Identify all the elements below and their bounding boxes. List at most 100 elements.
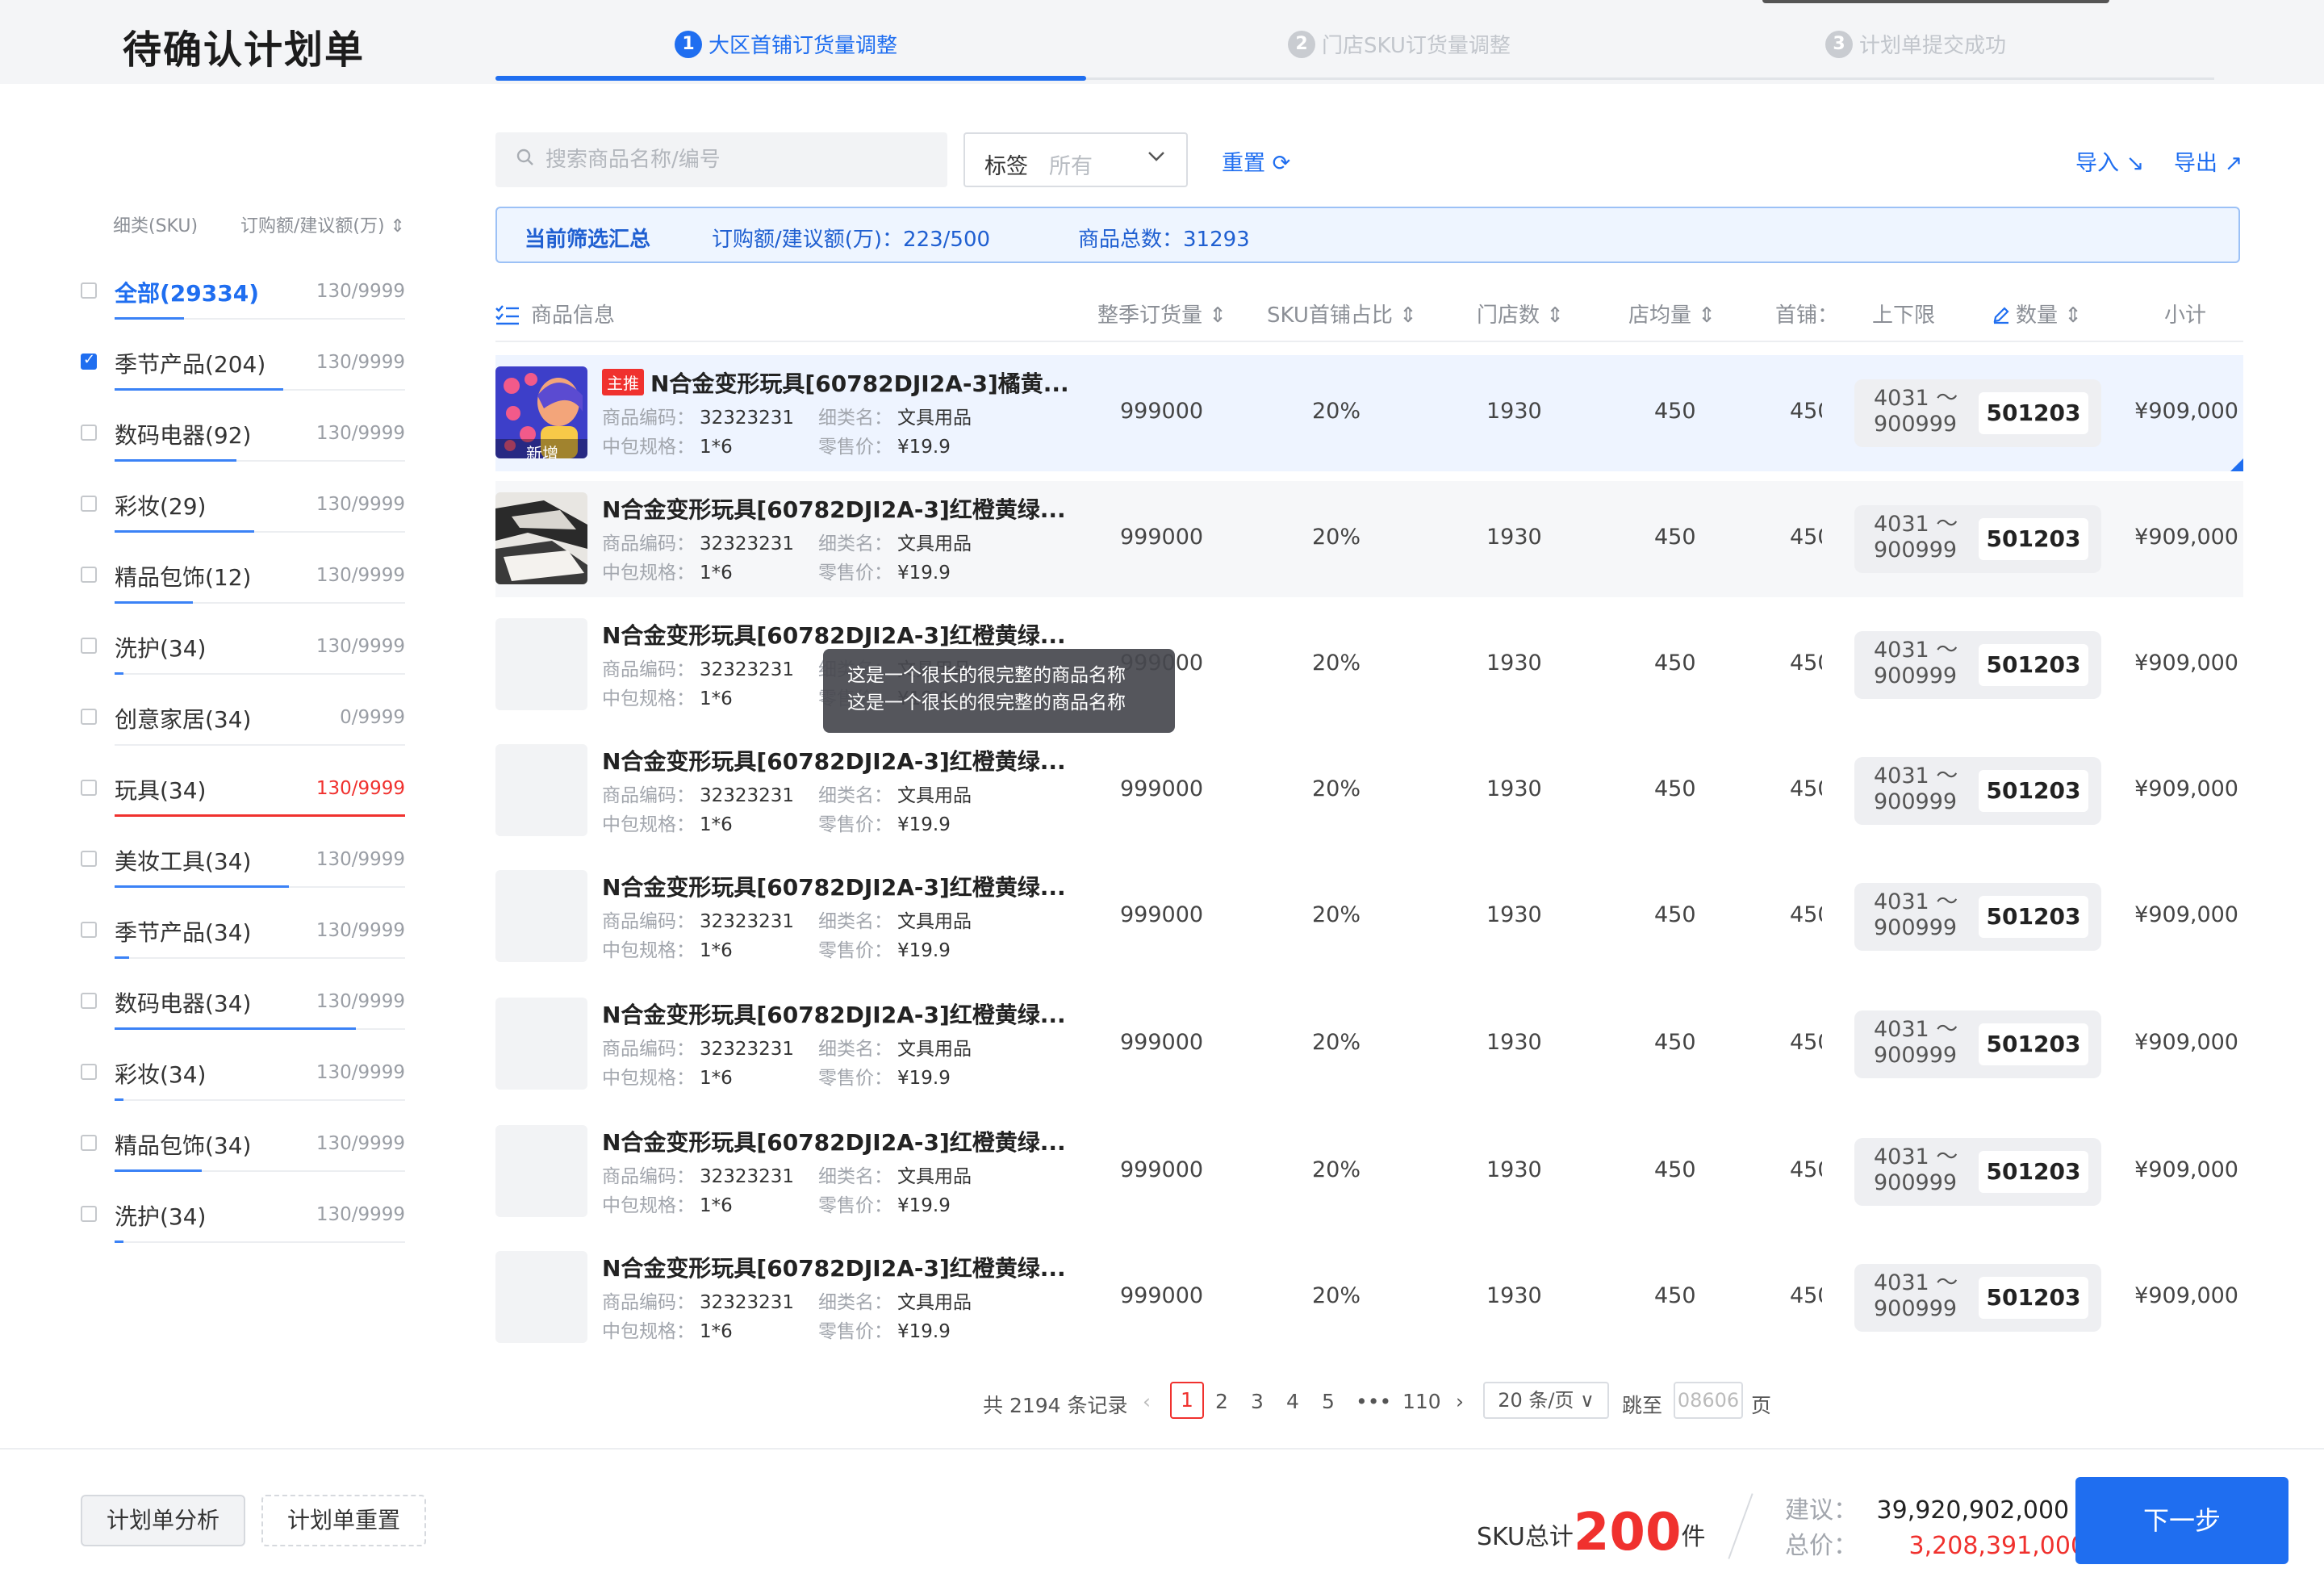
table-row[interactable]: N合金变形玩具[60782DJI2A-3]红橙黄绿... 商品编码： 3232323… (495, 859, 2243, 975)
product-category-value: 文具用品 (897, 785, 972, 806)
table-row[interactable]: 新增 主推 N合金变形玩具[60782DJI2A-3]橘黄... 商品编码： 32323… (495, 355, 2243, 471)
pagination-current-page[interactable]: 1 (1170, 1382, 1204, 1419)
sidebar-item[interactable]: 精品包饰(12) 130/9999 (79, 554, 405, 625)
export-button[interactable]: 导出 ↗ (2174, 145, 2242, 177)
pagination-page-3[interactable]: 3 (1251, 1390, 1264, 1413)
quantity-input[interactable]: 501203 (1979, 1023, 2088, 1065)
search-box[interactable] (495, 132, 947, 187)
import-button[interactable]: 导入 ↘ (2075, 145, 2144, 177)
table-row[interactable]: N合金变形玩具[60782DJI2A-3]红橙黄绿... 商品编码： 3232323… (495, 986, 2243, 1102)
product-price-value: ¥19.9 (897, 1321, 951, 1342)
first-cell: 450 (1790, 1283, 1822, 1308)
column-header-stores[interactable]: 门店数 ⇕ (1477, 299, 1564, 328)
column-header-product: 商品信息 (495, 299, 615, 328)
search-input[interactable] (545, 142, 933, 178)
column-header-qty[interactable]: 数量 ⇕ (1992, 299, 2082, 328)
product-name[interactable]: N合金变形玩具[60782DJI2A-3]红橙黄绿... (602, 1251, 1066, 1283)
sidebar-item[interactable]: 洗护(34) 130/9999 (79, 625, 405, 696)
step-1[interactable]: 1 大区首铺订货量调整 (675, 29, 897, 59)
product-name[interactable]: N合金变形玩具[60782DJI2A-3]红橙黄绿... (602, 998, 1066, 1030)
product-name[interactable]: N合金变形玩具[60782DJI2A-3]红橙黄绿... (602, 1125, 1066, 1157)
quantity-input[interactable]: 501203 (1979, 1151, 2088, 1193)
product-code-label: 商品编码： (602, 785, 695, 806)
category-checkbox[interactable] (81, 993, 97, 1009)
column-header-avg[interactable]: 店均量 ⇕ (1628, 299, 1716, 328)
pagination-page-2[interactable]: 2 (1215, 1390, 1228, 1413)
step-2[interactable]: 2 门店SKU订货量调整 (1288, 29, 1511, 59)
category-checkbox[interactable] (81, 922, 97, 938)
category-checkbox[interactable] (81, 496, 97, 512)
sidebar-item[interactable]: 美妆工具(34) 130/9999 (79, 838, 405, 909)
category-checkbox[interactable] (81, 351, 97, 370)
category-checkbox[interactable] (81, 567, 97, 583)
tag-select[interactable]: 标签 所有 (963, 132, 1188, 187)
category-checkbox[interactable] (81, 638, 97, 654)
pagination-last-page[interactable]: 110 (1402, 1390, 1441, 1413)
category-name: 彩妆(34) (115, 1061, 207, 1088)
sidebar-item[interactable]: 季节产品(34) 130/9999 (79, 909, 405, 980)
category-checkbox[interactable] (81, 709, 97, 725)
sidebar-item[interactable]: 精品包饰(34) 130/9999 (79, 1122, 405, 1193)
category-checkbox[interactable] (81, 1135, 97, 1151)
quantity-input[interactable]: 501203 (1979, 644, 2088, 686)
category-checkbox[interactable] (81, 282, 97, 299)
pagination-page-4[interactable]: 4 (1286, 1390, 1299, 1413)
quantity-input[interactable]: 501203 (1979, 896, 2088, 938)
sidebar-item[interactable]: 玩具(34) 130/9999 (79, 767, 405, 838)
category-amount: 130/9999 (316, 849, 405, 870)
pagination-ellipsis[interactable]: ••• (1356, 1390, 1391, 1413)
sidebar-item[interactable]: 全部(29334) 130/9999 (79, 270, 405, 341)
product-name[interactable]: N合金变形玩具[60782DJI2A-3]红橙黄绿... (602, 870, 1066, 902)
step-3[interactable]: 3 计划单提交成功 (1825, 29, 2006, 59)
product-pack-label: 中包规格： (602, 563, 695, 584)
page-size-select[interactable]: 20 条/页 ∨ (1483, 1382, 1609, 1419)
category-checkbox[interactable] (81, 1064, 97, 1080)
product-code-label: 商品编码： (602, 1039, 695, 1060)
pagination-page-5[interactable]: 5 (1322, 1390, 1335, 1413)
product-pack-value: 1*6 (700, 1195, 733, 1216)
avg-cell: 450 (1654, 651, 1696, 676)
column-header-sku-ratio[interactable]: SKU首铺占比 ⇕ (1267, 299, 1417, 328)
table-row[interactable]: N合金变形玩具[60782DJI2A-3]红橙黄绿... 商品编码： 3232323… (495, 1114, 2243, 1230)
list-check-icon[interactable] (495, 304, 520, 325)
next-step-button[interactable]: 下一步 (2075, 1477, 2288, 1564)
plan-reset-button[interactable]: 计划单重置 (261, 1495, 426, 1546)
category-amount: 130/9999 (316, 352, 405, 373)
quantity-input[interactable]: 501203 (1979, 1277, 2088, 1319)
limit-low: 4031 ～ (1874, 638, 1958, 663)
sidebar-header-amount-sort[interactable]: 订购额/建议额(万) ⇕ (240, 211, 405, 237)
column-header-season-qty[interactable]: 整季订货量 ⇕ (1097, 299, 1227, 328)
pagination-jump-input[interactable]: 08606 (1674, 1382, 1743, 1419)
category-checkbox[interactable] (81, 780, 97, 796)
product-thumbnail (495, 618, 587, 710)
sidebar-item[interactable]: 彩妆(29) 130/9999 (79, 483, 405, 554)
sidebar-item[interactable]: 彩妆(34) 130/9999 (79, 1051, 405, 1122)
product-name[interactable]: N合金变形玩具[60782DJI2A-3]红橙黄绿... (602, 492, 1066, 525)
sidebar-item[interactable]: 洗护(34) 130/9999 (79, 1193, 405, 1264)
product-name[interactable]: N合金变形玩具[60782DJI2A-3]红橙黄绿... (602, 744, 1066, 776)
table-row[interactable]: N合金变形玩具[60782DJI2A-3]红橙黄绿... 商品编码： 3232323… (495, 1240, 2243, 1356)
limit-range: 4031 ～ 900999 (1874, 889, 1958, 941)
product-name[interactable]: 主推 N合金变形玩具[60782DJI2A-3]橘黄... (602, 366, 1069, 399)
category-checkbox[interactable] (81, 1206, 97, 1222)
sidebar-item[interactable]: 创意家居(34) 0/9999 (79, 696, 405, 767)
product-price: 零售价：¥19.9 (818, 935, 951, 962)
category-checkbox[interactable] (81, 425, 97, 441)
quantity-input[interactable]: 501203 (1979, 770, 2088, 812)
sidebar-item[interactable]: 季节产品(204) 130/9999 (79, 341, 405, 412)
sidebar-item[interactable]: 数码电器(92) 130/9999 (79, 412, 405, 483)
next-page-icon[interactable]: › (1456, 1390, 1464, 1413)
reset-button[interactable]: 重置 ⟳ (1222, 145, 1290, 177)
plan-analysis-button[interactable]: 计划单分析 (81, 1495, 245, 1546)
prev-page-icon[interactable]: ‹ (1143, 1390, 1151, 1413)
table-row[interactable]: N合金变形玩具[60782DJI2A-3]红橙黄绿... 商品编码： 3232323… (495, 733, 2243, 849)
table-row[interactable]: N合金变形玩具[60782DJI2A-3]红橙黄绿... 商品编码： 3232323… (495, 607, 2243, 723)
product-pack: 中包规格： 1*6 (602, 557, 733, 584)
table-row[interactable]: N合金变形玩具[60782DJI2A-3]红橙黄绿... 商品编码： 3232323… (495, 481, 2243, 597)
product-price-value: ¥19.9 (897, 814, 951, 835)
sidebar-item[interactable]: 数码电器(34) 130/9999 (79, 980, 405, 1051)
product-name[interactable]: N合金变形玩具[60782DJI2A-3]红橙黄绿... (602, 618, 1066, 651)
category-checkbox[interactable] (81, 851, 97, 867)
quantity-input[interactable]: 501203 (1979, 392, 2088, 434)
quantity-input[interactable]: 501203 (1979, 518, 2088, 560)
